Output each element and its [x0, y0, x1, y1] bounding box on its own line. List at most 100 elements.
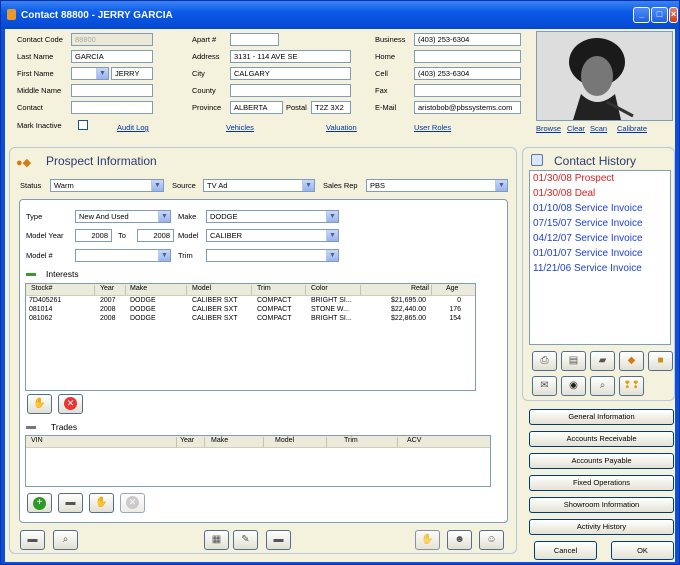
col-make[interactable]: Make	[130, 285, 147, 292]
table-row[interactable]: 081014 2008 DODGE CALIBER SXT COMPACT ST…	[26, 306, 475, 315]
general-information-button[interactable]: General Information	[529, 409, 674, 425]
view-interest-button[interactable]: ✋	[27, 394, 52, 414]
col-age[interactable]: Age	[446, 285, 458, 292]
title-bar[interactable]: Contact 88800 - JERRY GARCIA _ □ ×	[1, 1, 679, 29]
model-number-select[interactable]: ▼	[75, 249, 171, 262]
browse-link[interactable]: Browse	[536, 124, 561, 133]
appraise-trade-button[interactable]: ▬	[58, 493, 83, 513]
accounts-payable-button[interactable]: Accounts Payable	[529, 453, 674, 469]
source-select[interactable]: TV Ad ▼	[203, 179, 315, 192]
province-field[interactable]: ALBERTA	[230, 101, 283, 114]
ok-button[interactable]: OK	[611, 541, 674, 560]
cancel-button[interactable]: Cancel	[534, 541, 597, 560]
trades-grid[interactable]: VIN Year Make Model Trim ACV	[25, 435, 491, 487]
year-to-field[interactable]: 2008	[137, 229, 174, 242]
footprints-button[interactable]: ❢❢	[619, 376, 644, 396]
calculator-button[interactable]: ▦	[204, 530, 229, 550]
scan-link[interactable]: Scan	[590, 124, 607, 133]
user-roles-link[interactable]: User Roles	[414, 123, 451, 132]
contact-field[interactable]	[71, 101, 153, 114]
status-select[interactable]: Warm ▼	[50, 179, 164, 192]
history-item[interactable]: 01/01/07 Service Invoice	[533, 248, 643, 259]
type-select[interactable]: New And Used ▼	[75, 210, 171, 223]
clear-link[interactable]: Clear	[567, 124, 585, 133]
first-name-field[interactable]: JERRY	[111, 67, 153, 80]
history-list[interactable]: 01/30/08 Prospect 01/30/08 Deal 01/10/08…	[529, 170, 671, 345]
col-trim[interactable]: Trim	[257, 285, 271, 292]
mark-inactive-checkbox[interactable]	[78, 120, 88, 130]
col-model[interactable]: Model	[192, 285, 211, 292]
city-field[interactable]: CALGARY	[230, 67, 351, 80]
showroom-information-button[interactable]: Showroom Information	[529, 497, 674, 513]
table-row[interactable]: 7D405261 2007 DODGE CALIBER SXT COMPACT …	[26, 297, 475, 306]
col-stock[interactable]: Stock#	[31, 285, 52, 292]
fixed-operations-button[interactable]: Fixed Operations	[529, 475, 674, 491]
apart-field[interactable]	[230, 33, 279, 46]
minimize-button[interactable]: _	[633, 7, 650, 23]
home-phone-field[interactable]	[414, 50, 521, 63]
salesperson-button[interactable]: ☻	[447, 530, 472, 550]
vehicles-link[interactable]: Vehicles	[226, 123, 254, 132]
address-field[interactable]: 3131 - 114 AVE SE	[230, 50, 351, 63]
person-icon: ☻	[454, 534, 465, 545]
fax-field[interactable]	[414, 84, 521, 97]
view-trade-button[interactable]: ✋	[89, 493, 114, 513]
car-button[interactable]: ▬	[20, 530, 45, 550]
col-acv[interactable]: ACV	[407, 437, 421, 444]
col-model[interactable]: Model	[275, 437, 294, 444]
col-retail[interactable]: Retail	[411, 285, 429, 292]
calendar-button[interactable]: ▤	[561, 351, 586, 371]
customer-button[interactable]: ☺	[479, 530, 504, 550]
search-button[interactable]: ⌕	[590, 376, 615, 396]
trim-cell: COMPACT	[257, 297, 292, 304]
col-trim[interactable]: Trim	[344, 437, 358, 444]
vehicle-button[interactable]: ▬	[266, 530, 291, 550]
county-field[interactable]	[230, 84, 351, 97]
deal-button[interactable]: ◆	[619, 351, 644, 371]
close-button[interactable]: ×	[669, 7, 678, 23]
model-select[interactable]: CALIBER ▼	[206, 229, 339, 242]
cell-phone-field[interactable]: (403) 253-6304	[414, 67, 521, 80]
valuation-link[interactable]: Valuation	[326, 123, 357, 132]
deal-button[interactable]: ✋	[415, 530, 440, 550]
history-item[interactable]: 11/21/06 Service Invoice	[533, 263, 642, 274]
table-row[interactable]: 081062 2008 DODGE CALIBER SXT COMPACT BR…	[26, 315, 475, 324]
notes-button[interactable]: ▰	[590, 351, 615, 371]
col-vin[interactable]: VIN	[31, 437, 43, 444]
make-select[interactable]: DODGE ▼	[206, 210, 339, 223]
add-trade-button[interactable]: +	[27, 493, 52, 513]
history-item[interactable]: 07/15/07 Service Invoice	[533, 218, 643, 229]
last-name-field[interactable]: GARCIA	[71, 50, 153, 63]
year-from-field[interactable]: 2008	[75, 229, 112, 242]
print-button[interactable]: ⎙	[532, 351, 557, 371]
col-year[interactable]: Year	[100, 285, 114, 292]
email-field[interactable]: aristobob@pbssystems.com	[414, 101, 521, 114]
history-item[interactable]: 01/10/08 Service Invoice	[533, 203, 643, 214]
activity-history-button[interactable]: Activity History	[529, 519, 674, 535]
history-item[interactable]: 01/30/08 Prospect	[533, 173, 614, 184]
middle-name-field[interactable]	[71, 84, 153, 97]
accounts-receivable-button[interactable]: Accounts Receivable	[529, 431, 674, 447]
col-year[interactable]: Year	[180, 437, 194, 444]
sales-rep-select[interactable]: PBS ▼	[366, 179, 508, 192]
contact-photo[interactable]	[536, 31, 673, 121]
letter-button[interactable]: ✉	[532, 376, 557, 396]
trim-select[interactable]: ▼	[206, 249, 339, 262]
salutation-select[interactable]: ▼	[71, 67, 109, 80]
postal-field[interactable]: T2Z 3X2	[311, 101, 351, 114]
col-make[interactable]: Make	[211, 437, 228, 444]
find-button[interactable]: ⌕	[53, 530, 78, 550]
folder-button[interactable]: ■	[648, 351, 673, 371]
history-item[interactable]: 01/30/08 Deal	[533, 188, 595, 199]
col-color[interactable]: Color	[311, 285, 328, 292]
history-item[interactable]: 04/12/07 Service Invoice	[533, 233, 643, 244]
business-phone-field[interactable]: (403) 253-6304	[414, 33, 521, 46]
delete-trade-button[interactable]: ✕	[120, 493, 145, 513]
interests-grid[interactable]: Stock# Year Make Model Trim Color Retail	[25, 283, 476, 391]
cd-button[interactable]: ◉	[561, 376, 586, 396]
calibrate-link[interactable]: Calibrate	[617, 124, 647, 133]
audit-log-link[interactable]: Audit Log	[117, 123, 149, 132]
maximize-button[interactable]: □	[651, 7, 668, 23]
delete-interest-button[interactable]: ✕	[58, 394, 83, 414]
notes-button[interactable]: ✎	[233, 530, 258, 550]
